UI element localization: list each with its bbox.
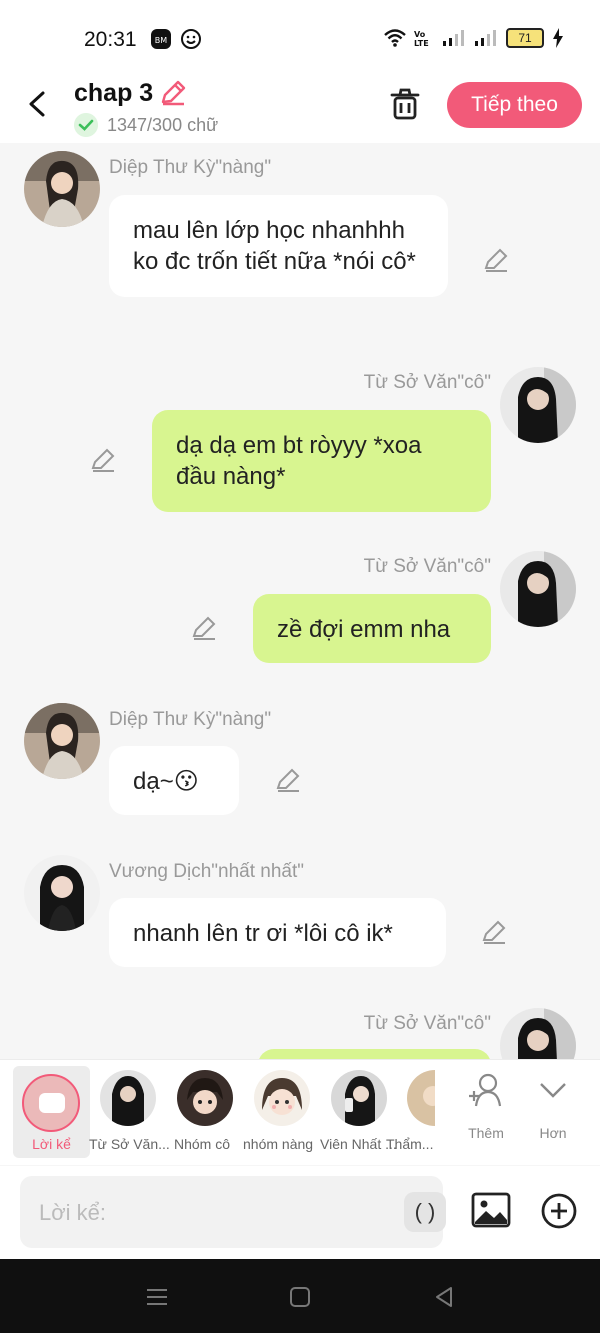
system-nav-bar <box>0 1259 600 1333</box>
signal-icon-2 <box>475 30 496 46</box>
edit-pencil-icon[interactable] <box>190 614 218 642</box>
character-label: nhóm nàng <box>243 1136 314 1152</box>
input-placeholder: Lời kể: <box>39 1200 107 1225</box>
character-avatar[interactable] <box>177 1070 233 1126</box>
character-label: Nhóm cô <box>174 1136 231 1152</box>
add-character-button[interactable]: Thêm <box>458 1072 514 1141</box>
sender-name: Diệp Thư Kỳ"nàng" <box>109 709 272 730</box>
sender-name: Vương Dịch"nhất nhất" <box>109 861 305 882</box>
chat-area[interactable]: Diệp Thư Kỳ"nàng" mau lên lớp học nhanhh… <box>0 143 600 1059</box>
check-icon <box>74 113 98 137</box>
narrator-selector[interactable]: Lời kể <box>13 1066 90 1158</box>
character-label: Từ Sở Văn... <box>89 1136 169 1152</box>
edit-pencil-icon[interactable] <box>89 446 117 474</box>
wifi-icon <box>384 29 406 47</box>
edit-pencil-icon[interactable] <box>482 246 510 274</box>
character-avatar[interactable] <box>407 1070 435 1126</box>
add-character-label: Thêm <box>468 1125 504 1141</box>
image-icon[interactable] <box>471 1192 511 1228</box>
expand-label: Hơn <box>539 1125 567 1141</box>
avatar-tu-so-van[interactable] <box>500 367 576 443</box>
narrator-label: Lời kể <box>32 1136 71 1152</box>
avatar-tu-so-van[interactable] <box>500 551 576 627</box>
status-time: 20:31 <box>84 28 137 51</box>
back-arrow-icon[interactable] <box>22 88 54 120</box>
character-avatar[interactable] <box>331 1070 387 1126</box>
message-bubble[interactable]: dạ~😗 <box>109 746 239 815</box>
edit-pencil-icon[interactable] <box>480 918 508 946</box>
chevron-down-icon <box>540 1083 566 1098</box>
character-avatar[interactable] <box>254 1070 310 1126</box>
avatar-tu-so-van[interactable] <box>500 1008 576 1059</box>
signal-icon-1 <box>443 30 464 46</box>
message-bubble[interactable]: dạ dạ em bt ròyyy *xoa đầu nàng* <box>152 410 491 512</box>
status-bar: 20:31 BM Vo LTE 71 <box>0 0 600 78</box>
avatar-diep-thu-ky[interactable] <box>24 703 100 779</box>
svg-text:Vo: Vo <box>414 30 426 39</box>
editor-header: chap 3 1347/300 chữ Tiếp theo <box>0 78 600 143</box>
svg-text:BM: BM <box>155 36 167 45</box>
back-triangle-icon[interactable] <box>432 1285 456 1309</box>
app-notification-icon: BM <box>151 29 171 49</box>
avatar-diep-thu-ky[interactable] <box>24 151 100 227</box>
sender-name: Diệp Thư Kỳ"nàng" <box>109 157 272 178</box>
avatar-vuong-dich[interactable] <box>24 855 100 931</box>
character-strip: Lời kể Từ Sở Văn... Nhóm cô nhóm nàng Vi… <box>0 1059 600 1165</box>
menu-icon[interactable] <box>145 1285 169 1309</box>
parentheses-button[interactable]: ( ) <box>404 1192 446 1232</box>
narration-input[interactable]: Lời kể: ( ) <box>20 1176 446 1248</box>
smiley-notification-icon <box>181 29 201 49</box>
sender-name: Từ Sở Văn"cô" <box>363 372 491 393</box>
narrator-icon <box>22 1074 80 1132</box>
composer-bar: Lời kể: ( ) <box>0 1166 600 1259</box>
sender-name: Từ Sở Văn"cô" <box>363 1013 491 1034</box>
word-count: 1347/300 chữ <box>107 115 219 135</box>
message-bubble[interactable]: nhanh lên tr ơi *lôi cô ik* <box>109 898 446 967</box>
edit-pencil-icon[interactable] <box>274 766 302 794</box>
message-bubble[interactable]: mau lên lớp học nhanhhh ko đc trốn tiết … <box>109 195 448 297</box>
sender-name: Từ Sở Văn"cô" <box>363 556 491 577</box>
character-avatar[interactable] <box>100 1070 156 1126</box>
message-bubble[interactable]: zề đợi emm nha <box>253 594 491 663</box>
plus-circle-icon[interactable] <box>539 1191 579 1231</box>
person-add-icon <box>469 1073 502 1107</box>
message-bubble[interactable] <box>258 1049 491 1059</box>
trash-icon[interactable] <box>387 86 423 122</box>
charging-icon <box>553 28 563 48</box>
status-right-group: Vo LTE 71 <box>384 28 564 48</box>
battery-indicator: 71 <box>506 28 544 48</box>
svg-text:LTE: LTE <box>414 39 429 48</box>
expand-button[interactable]: Hơn <box>525 1072 581 1141</box>
character-label: Thẩm... <box>386 1136 434 1152</box>
volte-icon: VoLTE <box>414 30 429 48</box>
next-button[interactable]: Tiếp theo <box>447 82 582 128</box>
chapter-title[interactable]: chap 3 <box>74 79 153 108</box>
pencil-icon[interactable] <box>158 78 188 108</box>
home-square-icon[interactable] <box>288 1285 312 1309</box>
